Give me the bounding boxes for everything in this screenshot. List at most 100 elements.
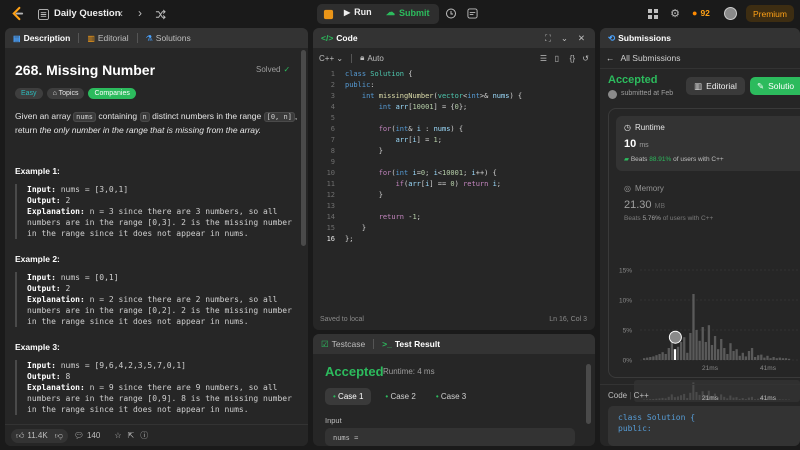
case-tab[interactable]: • Case 2 bbox=[379, 388, 421, 405]
test-tabs: ☑ Testcase >_ Test Result bbox=[313, 334, 595, 354]
histogram-bar bbox=[744, 356, 748, 360]
like-button[interactable]: 👍︎ 11.4K 👎︎ bbox=[11, 428, 68, 443]
memory-beats: Beats 5.76% of users with C++ bbox=[624, 215, 713, 222]
runtime-value-row: 10 ms bbox=[624, 138, 649, 150]
tab-testcase[interactable]: ☑ Testcase bbox=[321, 339, 365, 350]
thumbs-down-icon[interactable]: 👎︎ bbox=[55, 431, 63, 441]
explanation-label: Explanation: bbox=[27, 295, 85, 304]
overview-bar bbox=[683, 393, 686, 400]
premium-button[interactable]: Premium bbox=[746, 5, 794, 22]
overview-bar bbox=[680, 395, 683, 400]
language-select[interactable]: C++ ⌄ bbox=[319, 54, 343, 63]
problem-list-icon[interactable] bbox=[37, 8, 49, 20]
histogram-bar bbox=[680, 342, 683, 360]
settings-gear-icon[interactable]: ⚙ bbox=[669, 7, 681, 20]
explanation-label: Explanation: bbox=[27, 207, 85, 216]
overview-bar bbox=[652, 399, 655, 400]
histogram-bar bbox=[655, 355, 658, 360]
chevron-left-icon[interactable]: ‹ bbox=[116, 6, 126, 20]
line-number: 15 bbox=[326, 224, 335, 232]
histogram-bar bbox=[661, 352, 664, 360]
overview-bar bbox=[649, 399, 652, 400]
scrollbar[interactable] bbox=[586, 364, 591, 424]
companies-tag[interactable]: Companies bbox=[88, 88, 136, 99]
overview-bar bbox=[686, 398, 689, 400]
logo-icon[interactable] bbox=[10, 6, 25, 21]
solved-label: Solved bbox=[256, 65, 281, 74]
line-number: 4 bbox=[330, 103, 335, 111]
format-icon[interactable]: ☰ bbox=[540, 54, 547, 63]
histogram-bar bbox=[726, 354, 729, 360]
solved-indicator: Solved ✓ bbox=[256, 65, 290, 74]
submit-button[interactable]: ☁ Submit bbox=[386, 7, 430, 18]
submitted-time: submitted at Feb bbox=[621, 90, 674, 97]
example-input: nums = [0,1] bbox=[60, 273, 119, 282]
histogram-bar bbox=[676, 346, 680, 360]
tab-editorial[interactable]: ▥ Editorial bbox=[87, 33, 128, 43]
back-to-submissions[interactable]: ← All Submissions bbox=[606, 53, 681, 63]
tab-submissions[interactable]: ⟲ Submissions bbox=[608, 33, 671, 44]
alarm-icon[interactable] bbox=[444, 6, 458, 20]
reset-icon[interactable]: ↺ bbox=[582, 54, 589, 63]
desc-text: containing bbox=[98, 111, 138, 121]
code-line: int arr[10001] = {0}; bbox=[378, 103, 468, 111]
memory-unit: MB bbox=[654, 203, 666, 210]
streak-counter[interactable]: ● 92 bbox=[692, 8, 710, 18]
language-value: C++ bbox=[319, 53, 335, 63]
code-brackets-icon: </> bbox=[321, 33, 334, 43]
chip-icon: ◎ bbox=[624, 184, 631, 193]
bookmark-icon[interactable]: ▯ bbox=[555, 54, 559, 63]
histogram-bar bbox=[664, 354, 667, 360]
histogram-bar bbox=[732, 351, 735, 360]
notes-icon[interactable] bbox=[465, 6, 479, 20]
scrollbar[interactable] bbox=[301, 50, 306, 246]
code-preview: class Solution { public: bbox=[608, 406, 800, 446]
memory-card[interactable]: ◎ Memory 21.30 MB Beats 5.76% of users wi… bbox=[616, 178, 800, 228]
daily-question-link[interactable]: Daily Question bbox=[54, 8, 121, 19]
example-title: Example 2: bbox=[15, 254, 60, 264]
problem-description: Given an array nums containing n distinc… bbox=[15, 110, 303, 137]
case-tab[interactable]: • Case 3 bbox=[430, 388, 472, 405]
comments-button[interactable]: 💬︎ 140 bbox=[74, 431, 101, 440]
code-line: } bbox=[345, 147, 383, 155]
expand-icon[interactable]: ⛶ bbox=[545, 33, 551, 44]
chevron-down-icon[interactable]: ⌄ bbox=[561, 33, 568, 44]
braces-icon[interactable]: {} bbox=[570, 54, 575, 63]
debug-icon[interactable] bbox=[322, 8, 334, 20]
star-icon[interactable]: ☆ bbox=[114, 431, 121, 440]
difficulty-badge[interactable]: Easy bbox=[15, 88, 43, 99]
shuffle-icon[interactable] bbox=[154, 8, 166, 20]
topics-tag[interactable]: ⌂ Topics bbox=[46, 88, 85, 99]
code-panel: </> Code ⛶ ⌄ ✕ C++ ⌄ 🔒︎ Auto ☰ ▯ {} ↺ 12… bbox=[313, 28, 595, 330]
chevron-right-icon[interactable]: › bbox=[135, 6, 145, 20]
share-icon[interactable]: ⇱ bbox=[128, 431, 135, 440]
output-label: Output: bbox=[27, 196, 61, 205]
inline-code: nums bbox=[73, 112, 96, 122]
checkbox-icon: ☑ bbox=[321, 338, 329, 349]
solution-button[interactable]: ✎ Solutio bbox=[750, 77, 800, 95]
runtime-distribution-chart[interactable]: 15% 10% 5% 0% 21ms 41ms 21ms 41ms bbox=[600, 234, 800, 406]
tab-description[interactable]: ▤ Description bbox=[13, 33, 70, 43]
code-editor[interactable]: 1 2 3 4 5 6 7 8 9 10 11 12 13 14 15 16 class Solution {… bbox=[313, 70, 595, 300]
tab-code-label: Code bbox=[336, 33, 358, 43]
overview-tick-label: 21ms bbox=[702, 395, 719, 402]
runtime-card[interactable]: ◷ Runtime 10 ms ▰ Beats 88.91% of users w… bbox=[616, 116, 800, 171]
line-number: 9 bbox=[330, 158, 335, 166]
example-3: Example 3: Input: nums = [9,6,4,2,3,5,7,… bbox=[5, 342, 301, 415]
avatar[interactable] bbox=[724, 7, 737, 20]
pass-dot-icon: • bbox=[435, 392, 439, 401]
grid-icon[interactable] bbox=[647, 8, 659, 20]
help-icon[interactable]: ⓘ bbox=[140, 430, 148, 441]
editorial-button[interactable]: ▥ Editorial bbox=[686, 77, 745, 95]
tab-code[interactable]: </> Code bbox=[321, 33, 358, 43]
case-tab[interactable]: • Case 1 bbox=[325, 388, 372, 405]
line-number: 3 bbox=[330, 92, 335, 100]
tab-solutions[interactable]: ⚗ Solutions bbox=[146, 33, 191, 43]
run-button[interactable]: ▶ Run bbox=[344, 7, 372, 17]
tab-test-result[interactable]: >_ Test Result bbox=[382, 339, 440, 349]
explanation-label: Explanation: bbox=[27, 383, 85, 392]
back-label: All Submissions bbox=[620, 53, 681, 63]
histogram-bar bbox=[760, 354, 763, 360]
histogram-bar bbox=[784, 358, 788, 360]
close-icon[interactable]: ✕ bbox=[578, 33, 585, 44]
